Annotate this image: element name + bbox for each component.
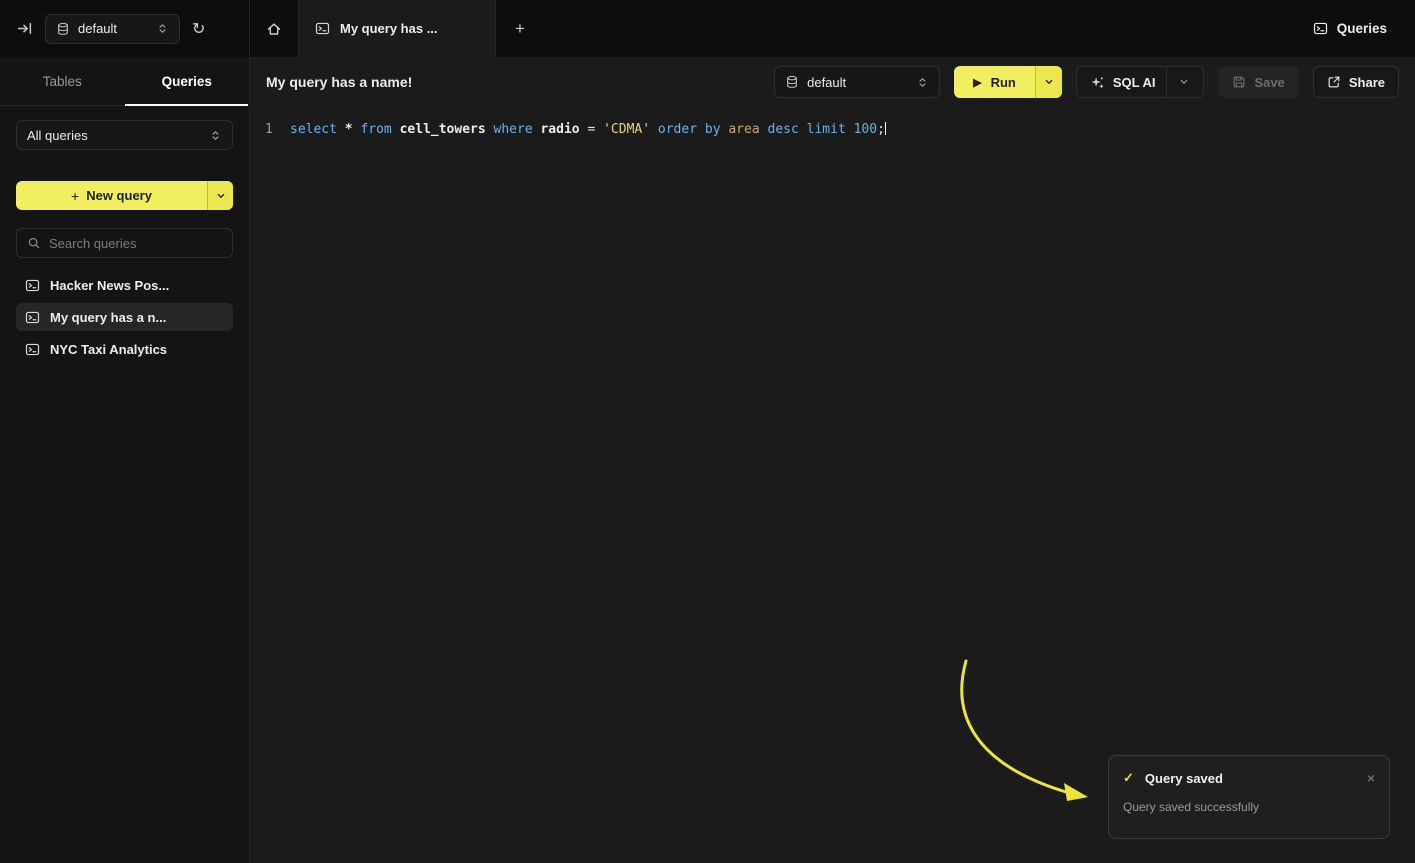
sidebar-tabs: Tables Queries <box>0 57 249 106</box>
share-icon <box>1327 75 1341 89</box>
home-button[interactable] <box>250 0 298 57</box>
sidebar: Tables Queries All queries + New query <box>0 57 250 863</box>
query-list-item[interactable]: NYC Taxi Analytics <box>16 335 233 363</box>
sql-token: order <box>658 122 705 137</box>
check-icon: ✓ <box>1123 770 1134 786</box>
save-label: Save <box>1254 75 1284 90</box>
sql-token: ; <box>877 122 885 137</box>
queries-filter-select[interactable]: All queries <box>16 120 233 150</box>
queries-filter-value: All queries <box>27 128 88 143</box>
toast-header: ✓ Query saved × <box>1123 770 1375 786</box>
database-icon <box>56 22 70 36</box>
tab-tables[interactable]: Tables <box>0 57 125 105</box>
search-icon <box>27 236 41 250</box>
collapse-sidebar-icon[interactable] <box>16 20 33 37</box>
sql-token: select <box>290 122 345 137</box>
query-item-label: Hacker News Pos... <box>50 278 169 293</box>
save-icon <box>1232 75 1246 89</box>
query-list: Hacker News Pos... My query has a n... <box>16 271 233 363</box>
query-icon <box>1313 21 1328 36</box>
button-divider <box>1166 67 1167 97</box>
updown-caret-icon <box>209 129 222 142</box>
chevron-down-icon[interactable] <box>1178 76 1190 88</box>
editor-database-value: default <box>807 75 846 90</box>
queries-panel-button[interactable]: Queries <box>1313 0 1415 57</box>
sql-token: desc <box>768 122 807 137</box>
toast-close-button[interactable]: × <box>1367 771 1375 785</box>
sparkles-icon <box>1090 75 1105 90</box>
sql-token: radio <box>540 122 587 137</box>
run-button[interactable]: ▶ Run <box>954 66 1035 98</box>
line-number: 1 <box>250 120 276 140</box>
sql-token: area <box>728 122 767 137</box>
queries-panel-label: Queries <box>1337 21 1387 36</box>
share-button[interactable]: Share <box>1313 66 1399 98</box>
sql-ai-label: SQL AI <box>1113 75 1156 90</box>
tab-title: My query has ... <box>340 21 438 36</box>
query-title: My query has a name! <box>266 74 412 90</box>
editor-pane: My query has a name! default <box>250 57 1415 863</box>
refresh-icon[interactable]: ↻ <box>192 19 205 39</box>
sql-token: cell_towers <box>400 122 494 137</box>
app-root: default ↻ <box>0 0 1415 863</box>
text-cursor <box>885 122 887 135</box>
editor-header: My query has a name! default <box>250 57 1415 107</box>
database-selector[interactable]: default <box>45 14 180 44</box>
sql-token: 'CDMA' <box>603 122 658 137</box>
sql-token: by <box>705 122 728 137</box>
query-icon <box>25 342 40 357</box>
query-item-label: NYC Taxi Analytics <box>50 342 167 357</box>
sql-token: = <box>587 122 603 137</box>
new-query-caret[interactable] <box>208 181 233 210</box>
sql-code[interactable]: select * from cell_towers where radio = … <box>290 120 886 140</box>
sql-token: * <box>345 122 361 137</box>
toast-query-saved: ✓ Query saved × Query saved successfully <box>1108 755 1390 839</box>
topbar-left: default ↻ <box>0 0 250 57</box>
tab-tables-label: Tables <box>43 74 82 89</box>
updown-caret-icon <box>916 76 929 89</box>
updown-caret-icon <box>156 22 169 35</box>
query-icon <box>25 278 40 293</box>
run-label: Run <box>991 75 1016 90</box>
new-query-button[interactable]: + New query <box>16 181 233 210</box>
tab-queries-label: Queries <box>162 74 212 89</box>
new-tab-button[interactable]: + <box>496 0 544 57</box>
query-icon <box>25 310 40 325</box>
query-list-item[interactable]: My query has a n... <box>16 303 233 331</box>
save-button[interactable]: Save <box>1218 66 1298 98</box>
toast-message: Query saved successfully <box>1123 800 1375 814</box>
home-icon <box>266 21 282 37</box>
new-query-main[interactable]: + New query <box>16 181 207 210</box>
run-options-caret[interactable] <box>1036 66 1062 98</box>
toast-title: Query saved <box>1145 771 1223 786</box>
sql-token: 100 <box>854 122 877 137</box>
topbar: default ↻ <box>0 0 1415 57</box>
tabstrip: My query has ... + <box>250 0 544 57</box>
tab-queries[interactable]: Queries <box>125 57 250 105</box>
search-box <box>16 228 233 258</box>
sql-editor[interactable]: 1 select * from cell_towers where radio … <box>250 107 1415 140</box>
play-icon: ▶ <box>973 76 981 89</box>
database-selector-value: default <box>78 21 117 36</box>
close-icon: × <box>1367 770 1375 786</box>
search-input[interactable] <box>49 236 225 251</box>
sql-token: from <box>360 122 399 137</box>
query-item-label: My query has a n... <box>50 310 166 325</box>
editor-controls: default ▶ Run <box>774 66 1399 98</box>
editor-database-selector[interactable]: default <box>774 66 940 98</box>
sql-ai-button[interactable]: SQL AI <box>1076 66 1205 98</box>
code-line: 1 select * from cell_towers where radio … <box>250 120 1415 140</box>
plus-icon: + <box>515 19 525 39</box>
database-icon <box>785 75 799 89</box>
sql-token: where <box>494 122 541 137</box>
run-button-group: ▶ Run <box>954 66 1062 98</box>
tab-my-query[interactable]: My query has ... <box>298 0 496 57</box>
share-label: Share <box>1349 75 1385 90</box>
sql-token: limit <box>807 122 854 137</box>
query-list-item[interactable]: Hacker News Pos... <box>16 271 233 299</box>
query-icon <box>315 21 330 36</box>
plus-icon: + <box>71 188 79 204</box>
new-query-label: New query <box>86 188 152 203</box>
sidebar-body: All queries + New query <box>0 106 249 363</box>
